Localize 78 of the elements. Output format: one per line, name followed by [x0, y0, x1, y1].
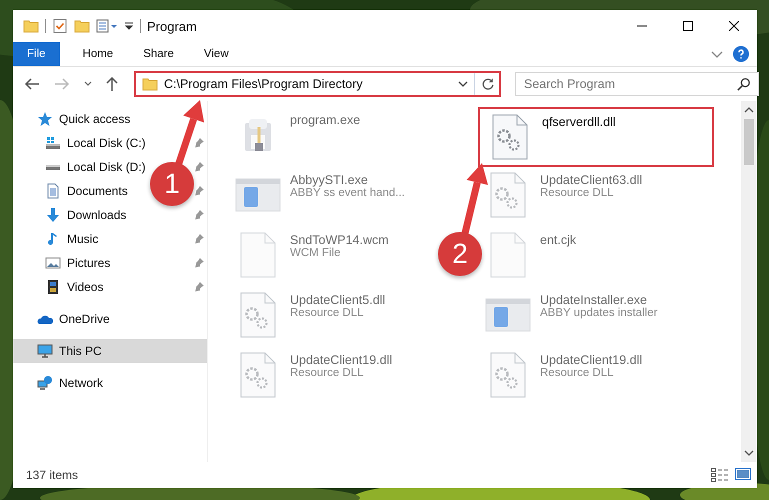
document-icon [47, 183, 59, 199]
application-icon[interactable] [485, 298, 531, 332]
sidebar-item[interactable]: Local Disk (C:) [45, 136, 146, 150]
sidebar-item[interactable]: Downloads [45, 207, 126, 223]
file-name[interactable]: AbbyySTI.exe [290, 173, 405, 187]
cloud-icon [37, 314, 53, 324]
customize-caret-icon[interactable] [124, 22, 134, 30]
ribbon-tab[interactable]: View [188, 42, 244, 66]
ribbon-tab[interactable]: File [13, 42, 60, 66]
forward-arrow-icon[interactable] [54, 78, 70, 90]
sidebar-item[interactable]: Local Disk (D:) [45, 160, 146, 174]
window-title: Program [147, 18, 198, 34]
folder-icon [142, 78, 158, 90]
checklist-icon[interactable] [52, 18, 68, 34]
sidebar-item[interactable]: Music [45, 232, 98, 246]
sidebar-item[interactable]: Quick access [37, 111, 130, 127]
gears-file-icon[interactable] [492, 114, 528, 160]
search-field[interactable]: Search Program [515, 72, 759, 96]
properties-icon[interactable] [96, 18, 118, 34]
star-icon [37, 111, 53, 127]
folder-icon[interactable] [23, 20, 39, 32]
recent-caret-icon[interactable] [84, 81, 92, 87]
file-type: Resource DLL [290, 307, 365, 319]
file-type: WCM File [290, 247, 342, 259]
drive-icon [45, 136, 61, 150]
file-type: Resource DLL [540, 187, 615, 199]
file-type: ABBY updates installer [540, 307, 658, 319]
film-icon [47, 279, 59, 295]
file-name[interactable]: program.exe [290, 113, 360, 127]
network-icon [37, 375, 53, 391]
maximize-icon[interactable] [683, 21, 693, 31]
sidebar-item[interactable]: This PC [37, 344, 102, 358]
file-type: Resource DLL [540, 367, 615, 379]
address-bar[interactable]: C:\Program Files\Program Directory [134, 71, 501, 97]
drive-icon [45, 164, 61, 170]
file-type: Resource DLL [290, 367, 365, 379]
music-note-icon [48, 232, 58, 246]
file-type: ABBY ss event hand... [290, 187, 405, 199]
minimize-icon[interactable] [637, 25, 647, 27]
back-arrow-icon[interactable] [24, 78, 40, 90]
file-name[interactable]: SndToWP14.wcm [290, 233, 389, 247]
sidebar-item[interactable]: Network [37, 375, 104, 391]
sidebar-item[interactable]: Pictures [45, 256, 110, 270]
file-name[interactable]: qfserverdll.dll [542, 115, 616, 129]
scroll-up-icon[interactable] [744, 107, 754, 113]
file-name[interactable]: ent.cjk [540, 233, 576, 247]
monitor-icon [37, 344, 53, 358]
file-name[interactable]: UpdateClient63.dll [540, 173, 642, 187]
installer-icon[interactable] [243, 117, 273, 153]
dropdown-caret-icon[interactable] [458, 81, 468, 87]
scrollbar[interactable] [741, 101, 757, 462]
picture-icon [45, 257, 61, 269]
sidebar-item[interactable]: Documents [45, 183, 128, 199]
help-icon[interactable] [733, 46, 749, 62]
download-arrow-icon [45, 207, 61, 223]
large-icons-view-icon[interactable] [735, 468, 751, 480]
file-name[interactable]: UpdateClient19.dll [290, 353, 392, 367]
gears-file-icon[interactable] [490, 352, 526, 398]
gears-file-icon[interactable] [490, 172, 526, 218]
gears-file-icon[interactable] [240, 292, 276, 338]
sidebar-item[interactable]: Videos [45, 279, 104, 295]
scrollbar-thumb[interactable] [744, 119, 754, 165]
file-name[interactable]: UpdateClient19.dll [540, 353, 642, 367]
sidebar-item[interactable]: OneDrive [37, 312, 110, 326]
up-arrow-icon[interactable] [106, 76, 118, 92]
ribbon-tab[interactable]: Home [68, 42, 128, 66]
application-icon[interactable] [235, 178, 281, 212]
item-count: 137 items [26, 468, 78, 482]
refresh-icon[interactable] [481, 77, 495, 91]
details-view-icon[interactable] [711, 468, 729, 482]
ribbon-tab[interactable]: Share [128, 42, 189, 66]
file-name[interactable]: UpdateInstaller.exe [540, 293, 658, 307]
gears-file-icon[interactable] [240, 352, 276, 398]
close-icon[interactable] [729, 21, 739, 31]
folder-icon[interactable] [74, 20, 90, 32]
file-name[interactable]: UpdateClient5.dll [290, 293, 386, 307]
scroll-down-icon[interactable] [744, 450, 754, 456]
expand-ribbon-icon[interactable] [711, 50, 723, 58]
